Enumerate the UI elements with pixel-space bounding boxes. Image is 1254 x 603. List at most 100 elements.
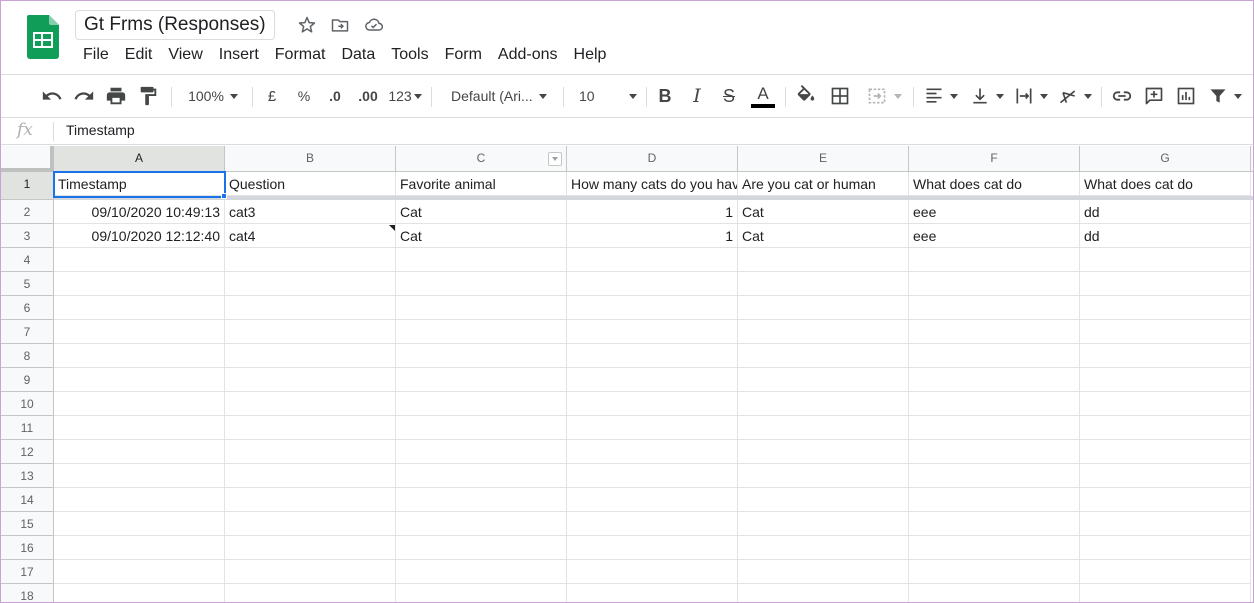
cell-g17[interactable] — [1080, 560, 1251, 584]
cell-b5[interactable] — [225, 272, 396, 296]
cell-g10[interactable] — [1080, 392, 1251, 416]
percent-button[interactable]: % — [292, 83, 316, 109]
row-header-16[interactable]: 16 — [1, 536, 54, 560]
menu-file[interactable]: File — [75, 44, 117, 66]
row-header-18[interactable]: 18 — [1, 584, 54, 602]
cell-b7[interactable] — [225, 320, 396, 344]
cell-c12[interactable] — [396, 440, 567, 464]
cell-a16[interactable] — [54, 536, 225, 560]
redo-icon[interactable] — [71, 83, 97, 109]
cell-g7[interactable] — [1080, 320, 1251, 344]
cell-f18[interactable] — [909, 584, 1080, 602]
menu-add-ons[interactable]: Add-ons — [490, 44, 566, 66]
cell-e15[interactable] — [738, 512, 909, 536]
cell-c10[interactable] — [396, 392, 567, 416]
cell-e11[interactable] — [738, 416, 909, 440]
cell-d7[interactable] — [567, 320, 738, 344]
cell-d8[interactable] — [567, 344, 738, 368]
cell-g15[interactable] — [1080, 512, 1251, 536]
column-menu-chevron-icon[interactable] — [548, 152, 562, 166]
sheets-logo-icon[interactable] — [27, 15, 59, 59]
cell-e3[interactable]: Cat — [738, 224, 909, 248]
cell-f13[interactable] — [909, 464, 1080, 488]
column-header-a[interactable]: A — [54, 146, 225, 172]
cell-a3[interactable]: 09/10/2020 12:12:40 — [54, 224, 225, 248]
more-formats-button[interactable]: 123 — [386, 83, 424, 109]
cell-g14[interactable] — [1080, 488, 1251, 512]
cell-d4[interactable] — [567, 248, 738, 272]
cell-note-indicator-icon[interactable] — [389, 225, 395, 231]
cell-a14[interactable] — [54, 488, 225, 512]
cell-g2[interactable]: dd — [1080, 200, 1251, 224]
cell-c4[interactable] — [396, 248, 567, 272]
cell-f15[interactable] — [909, 512, 1080, 536]
cell-d9[interactable] — [567, 368, 738, 392]
cell-c1[interactable]: Favorite animal — [396, 172, 567, 196]
cell-a7[interactable] — [54, 320, 225, 344]
vertical-align-icon[interactable] — [967, 83, 1007, 109]
zoom-select[interactable]: 100% — [179, 83, 247, 109]
print-icon[interactable] — [103, 83, 129, 109]
cell-e9[interactable] — [738, 368, 909, 392]
cell-a18[interactable] — [54, 584, 225, 602]
formula-input[interactable]: Timestamp — [66, 122, 135, 138]
cell-e14[interactable] — [738, 488, 909, 512]
row-header-8[interactable]: 8 — [1, 344, 54, 368]
row-header-9[interactable]: 9 — [1, 368, 54, 392]
cell-f11[interactable] — [909, 416, 1080, 440]
paint-format-icon[interactable] — [135, 83, 161, 109]
cell-f10[interactable] — [909, 392, 1080, 416]
cell-b4[interactable] — [225, 248, 396, 272]
cell-b18[interactable] — [225, 584, 396, 602]
cell-b10[interactable] — [225, 392, 396, 416]
cell-c11[interactable] — [396, 416, 567, 440]
cell-c5[interactable] — [396, 272, 567, 296]
cell-f8[interactable] — [909, 344, 1080, 368]
cell-f5[interactable] — [909, 272, 1080, 296]
cell-b14[interactable] — [225, 488, 396, 512]
cell-e16[interactable] — [738, 536, 909, 560]
cell-b2[interactable]: cat3 — [225, 200, 396, 224]
menu-edit[interactable]: Edit — [117, 44, 161, 66]
cell-c18[interactable] — [396, 584, 567, 602]
cell-e12[interactable] — [738, 440, 909, 464]
column-header-d[interactable]: D — [567, 146, 738, 172]
cell-c14[interactable] — [396, 488, 567, 512]
insert-comment-icon[interactable] — [1141, 83, 1167, 109]
cell-f6[interactable] — [909, 296, 1080, 320]
menu-data[interactable]: Data — [333, 44, 383, 66]
row-header-17[interactable]: 17 — [1, 560, 54, 584]
cell-d13[interactable] — [567, 464, 738, 488]
cell-e8[interactable] — [738, 344, 909, 368]
text-wrapping-icon[interactable] — [1011, 83, 1051, 109]
cell-f9[interactable] — [909, 368, 1080, 392]
cell-c6[interactable] — [396, 296, 567, 320]
strikethrough-button[interactable]: S — [717, 83, 741, 109]
column-header-g[interactable]: G — [1080, 146, 1251, 172]
cell-f7[interactable] — [909, 320, 1080, 344]
cell-d2[interactable]: 1 — [567, 200, 738, 224]
cell-g4[interactable] — [1080, 248, 1251, 272]
text-rotation-icon[interactable] — [1055, 83, 1095, 109]
cell-d14[interactable] — [567, 488, 738, 512]
cell-g13[interactable] — [1080, 464, 1251, 488]
cell-d1[interactable]: How many cats do you have — [567, 172, 738, 196]
cell-a8[interactable] — [54, 344, 225, 368]
cell-a10[interactable] — [54, 392, 225, 416]
italic-button[interactable]: I — [685, 83, 709, 109]
cell-e13[interactable] — [738, 464, 909, 488]
filter-icon[interactable] — [1205, 83, 1245, 109]
cell-f17[interactable] — [909, 560, 1080, 584]
increase-decimal-button[interactable]: .00 — [354, 83, 382, 109]
cell-g9[interactable] — [1080, 368, 1251, 392]
cell-a15[interactable] — [54, 512, 225, 536]
cell-f16[interactable] — [909, 536, 1080, 560]
cell-g1[interactable]: What does cat do — [1080, 172, 1251, 196]
cell-b16[interactable] — [225, 536, 396, 560]
cell-c2[interactable]: Cat — [396, 200, 567, 224]
row-header-5[interactable]: 5 — [1, 272, 54, 296]
decrease-decimal-button[interactable]: .0 — [322, 83, 348, 109]
cell-e5[interactable] — [738, 272, 909, 296]
cell-d11[interactable] — [567, 416, 738, 440]
cell-f14[interactable] — [909, 488, 1080, 512]
